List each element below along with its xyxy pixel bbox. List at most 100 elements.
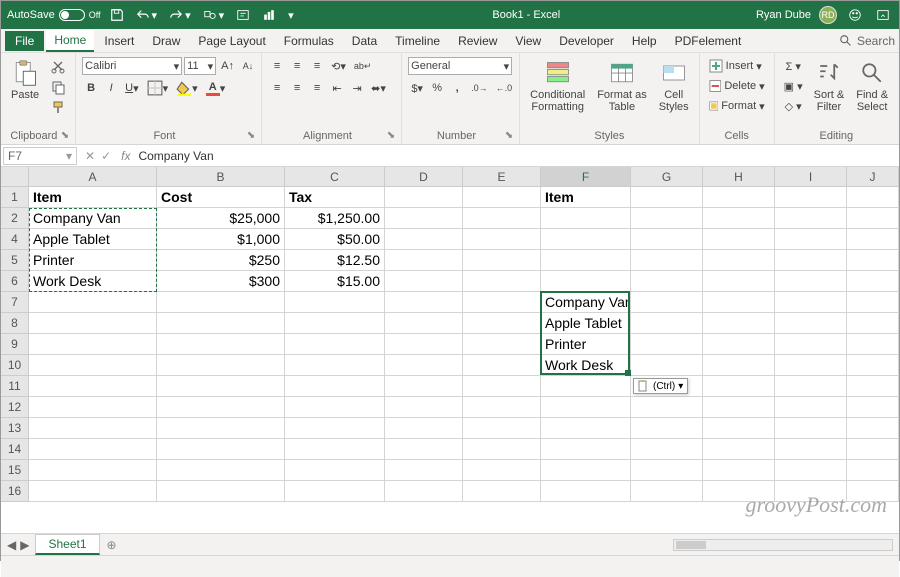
- col-header-A[interactable]: A: [29, 167, 157, 187]
- user-avatar[interactable]: RD: [819, 6, 837, 24]
- cell-E7[interactable]: [463, 292, 541, 313]
- cell-B15[interactable]: [157, 460, 285, 481]
- cell-J16[interactable]: [847, 481, 899, 502]
- cell-H14[interactable]: [703, 439, 775, 460]
- cell-I13[interactable]: [775, 418, 847, 439]
- qat-shapes-icon[interactable]: ▾: [200, 7, 228, 23]
- cell-J15[interactable]: [847, 460, 899, 481]
- italic-icon[interactable]: I: [102, 79, 120, 97]
- cell-F16[interactable]: [541, 481, 631, 502]
- cell-I12[interactable]: [775, 397, 847, 418]
- cell-E14[interactable]: [463, 439, 541, 460]
- cell-G7[interactable]: [631, 292, 703, 313]
- face-icon[interactable]: [845, 7, 865, 23]
- fill-color-icon[interactable]: ▾: [173, 79, 201, 97]
- col-header-E[interactable]: E: [463, 167, 541, 187]
- cell-B7[interactable]: [157, 292, 285, 313]
- cell-H4[interactable]: [703, 229, 775, 250]
- sort-filter-button[interactable]: Sort & Filter: [810, 57, 849, 115]
- tab-insert[interactable]: Insert: [96, 31, 142, 51]
- cell-C6[interactable]: $15.00: [285, 271, 385, 292]
- align-right-icon[interactable]: ≡: [308, 79, 326, 97]
- cell-A9[interactable]: [29, 334, 157, 355]
- cell-A10[interactable]: [29, 355, 157, 376]
- enter-formula-icon[interactable]: ✓: [101, 149, 111, 163]
- cell-F9[interactable]: Printer: [541, 334, 631, 355]
- cell-J13[interactable]: [847, 418, 899, 439]
- autosave-switch-icon[interactable]: [59, 9, 85, 21]
- clipboard-dialog-launcher-icon[interactable]: ⬊: [61, 130, 69, 141]
- cell-G6[interactable]: [631, 271, 703, 292]
- cell-F13[interactable]: [541, 418, 631, 439]
- col-header-G[interactable]: G: [631, 167, 703, 187]
- cell-F1[interactable]: Item: [541, 187, 631, 208]
- cell-E4[interactable]: [463, 229, 541, 250]
- wrap-text-icon[interactable]: ab↵: [351, 57, 375, 75]
- tab-page-layout[interactable]: Page Layout: [190, 31, 273, 51]
- add-sheet-button[interactable]: ⊕: [100, 535, 124, 555]
- row-header-12[interactable]: 12: [1, 397, 29, 418]
- alignment-dialog-launcher-icon[interactable]: ⬊: [387, 130, 395, 141]
- cell-D1[interactable]: [385, 187, 463, 208]
- cell-D2[interactable]: [385, 208, 463, 229]
- cell-B16[interactable]: [157, 481, 285, 502]
- row-header-7[interactable]: 7: [1, 292, 29, 313]
- cell-G5[interactable]: [631, 250, 703, 271]
- cell-E2[interactable]: [463, 208, 541, 229]
- cell-A13[interactable]: [29, 418, 157, 439]
- cell-A16[interactable]: [29, 481, 157, 502]
- find-select-button[interactable]: Find & Select: [852, 57, 892, 115]
- number-format-select[interactable]: General▾: [408, 57, 512, 75]
- cell-F8[interactable]: Apple Tablet: [541, 313, 631, 334]
- cell-J2[interactable]: [847, 208, 899, 229]
- autosum-icon[interactable]: Σ ▾: [781, 57, 806, 75]
- cell-F14[interactable]: [541, 439, 631, 460]
- cell-A15[interactable]: [29, 460, 157, 481]
- cell-A12[interactable]: [29, 397, 157, 418]
- row-header-13[interactable]: 13: [1, 418, 29, 439]
- increase-decimal-icon[interactable]: .0→: [468, 79, 491, 97]
- col-header-H[interactable]: H: [703, 167, 775, 187]
- tab-formulas[interactable]: Formulas: [276, 31, 342, 51]
- copy-icon[interactable]: [47, 78, 69, 96]
- paste-options-button[interactable]: (Ctrl) ▾: [633, 378, 688, 394]
- cell-I10[interactable]: [775, 355, 847, 376]
- cell-H10[interactable]: [703, 355, 775, 376]
- name-box[interactable]: F7▾: [3, 147, 77, 165]
- row-header-15[interactable]: 15: [1, 460, 29, 481]
- font-color-icon[interactable]: A▾: [203, 79, 229, 97]
- horizontal-scrollbar[interactable]: [673, 539, 893, 551]
- cell-I15[interactable]: [775, 460, 847, 481]
- col-header-B[interactable]: B: [157, 167, 285, 187]
- row-header-14[interactable]: 14: [1, 439, 29, 460]
- redo-icon[interactable]: ▾: [166, 7, 194, 23]
- cell-J14[interactable]: [847, 439, 899, 460]
- format-painter-icon[interactable]: [47, 99, 69, 117]
- tab-file[interactable]: File: [5, 31, 44, 51]
- format-as-table-button[interactable]: Format as Table: [593, 57, 651, 115]
- cell-J6[interactable]: [847, 271, 899, 292]
- cell-G8[interactable]: [631, 313, 703, 334]
- cell-D15[interactable]: [385, 460, 463, 481]
- cell-H16[interactable]: [703, 481, 775, 502]
- cell-H7[interactable]: [703, 292, 775, 313]
- conditional-formatting-button[interactable]: Conditional Formatting: [526, 57, 589, 115]
- row-header-4[interactable]: 4: [1, 229, 29, 250]
- cell-C16[interactable]: [285, 481, 385, 502]
- col-header-C[interactable]: C: [285, 167, 385, 187]
- row-header-16[interactable]: 16: [1, 481, 29, 502]
- select-all-corner[interactable]: [1, 167, 29, 187]
- bold-icon[interactable]: B: [82, 79, 100, 97]
- cell-H12[interactable]: [703, 397, 775, 418]
- cancel-formula-icon[interactable]: ✕: [85, 149, 95, 163]
- format-cells-button[interactable]: Format ▾: [706, 97, 768, 115]
- row-header-10[interactable]: 10: [1, 355, 29, 376]
- cell-G12[interactable]: [631, 397, 703, 418]
- cell-C5[interactable]: $12.50: [285, 250, 385, 271]
- cell-A4[interactable]: Apple Tablet: [29, 229, 157, 250]
- tab-data[interactable]: Data: [344, 31, 385, 51]
- tab-review[interactable]: Review: [450, 31, 505, 51]
- cell-D10[interactable]: [385, 355, 463, 376]
- cell-D16[interactable]: [385, 481, 463, 502]
- cell-C1[interactable]: Tax: [285, 187, 385, 208]
